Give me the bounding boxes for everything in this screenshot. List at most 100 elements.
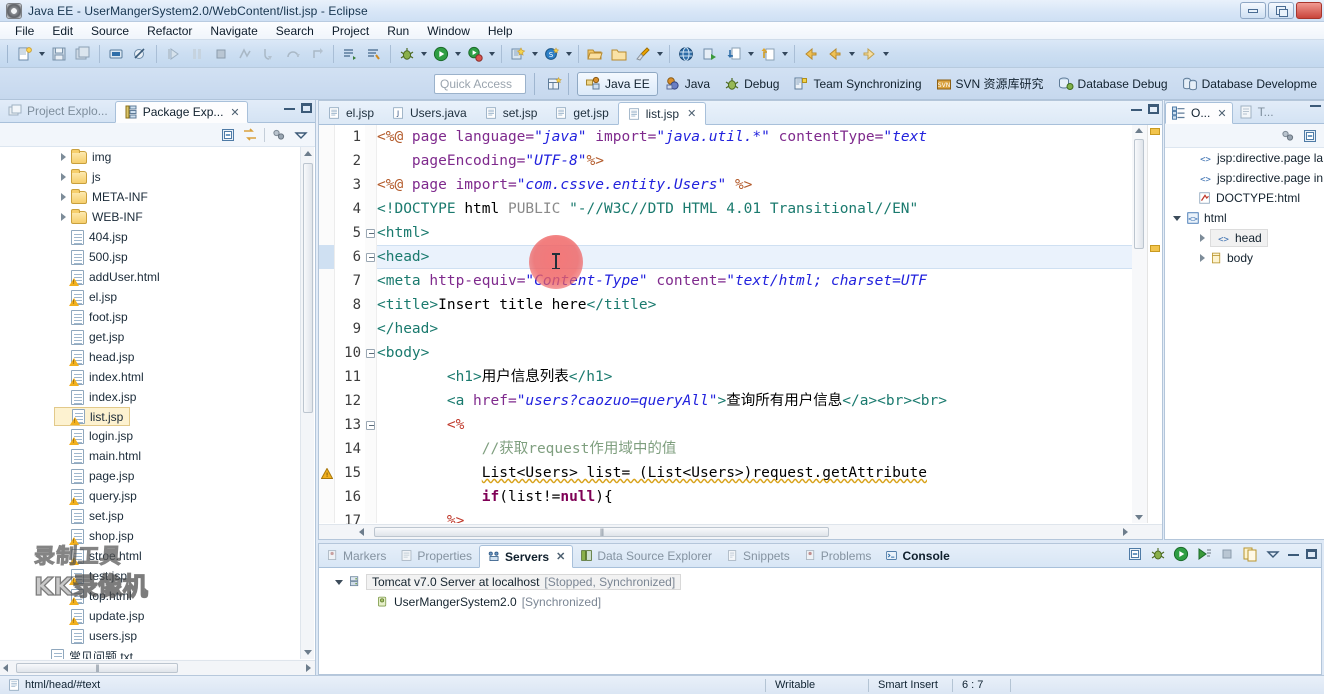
outline-row[interactable]: <> jsp:directive.page in (1181, 168, 1324, 188)
run-icon[interactable] (430, 43, 452, 65)
tree-file-row[interactable]: el.jsp (54, 287, 315, 307)
tree-folder-row[interactable]: js (54, 167, 315, 187)
save-icon[interactable] (48, 43, 70, 65)
code-line[interactable]: <a href="users?caozuo=queryAll">查询所有用户信息… (377, 389, 1132, 413)
new-web-project-icon[interactable] (507, 43, 529, 65)
debug-icon[interactable] (396, 43, 418, 65)
explorer-hscroll-thumb[interactable]: ||| (16, 663, 178, 673)
menu-navigate[interactable]: Navigate (201, 23, 266, 39)
open-type-icon[interactable] (339, 43, 361, 65)
collapse-all-icon[interactable] (220, 127, 236, 143)
bottom-view-tab[interactable]: Console (878, 544, 956, 567)
explorer-vertical-scrollbar[interactable] (300, 147, 314, 659)
tree-file-row[interactable]: page.jsp (54, 466, 315, 486)
browser-icon[interactable] (675, 43, 697, 65)
tree-folder-row[interactable]: META-INF (54, 187, 315, 207)
menu-source[interactable]: Source (82, 23, 138, 39)
explorer-tree[interactable]: img js META-INF WEB-INF 404.jsp 500.jsp addUse… (0, 147, 315, 659)
export-icon[interactable] (757, 43, 779, 65)
fold-toggle-icon[interactable] (365, 221, 376, 245)
disconnect-icon[interactable] (234, 43, 256, 65)
outline-row[interactable]: <> head (1193, 228, 1324, 248)
maximize-icon[interactable] (1148, 104, 1159, 114)
scroll-up-arrow[interactable] (1135, 128, 1143, 133)
chevron-right-icon[interactable] (1197, 253, 1208, 264)
menu-refactor[interactable]: Refactor (138, 23, 201, 39)
outline-row[interactable]: DOCTYPE:html (1181, 188, 1324, 208)
tree-file-row[interactable]: test.jsp (54, 566, 315, 586)
chevron-right-icon[interactable] (58, 172, 69, 183)
code-line[interactable]: <head> (377, 245, 1132, 269)
close-icon[interactable]: ✕ (687, 107, 696, 120)
new-web-project-dropdown-arrow[interactable] (532, 51, 538, 56)
perspective-database-debug[interactable]: Database Debug (1051, 72, 1175, 96)
publish-icon[interactable] (1242, 546, 1258, 562)
bottom-view-tab[interactable]: Servers ✕ (479, 545, 574, 568)
tree-file-row[interactable]: list.jsp (54, 407, 131, 426)
editor-body[interactable]: ! 1 2 3 4 5 6 7 8 9 10 11 12 13 14 15 16 17 <%@ page lan… (319, 125, 1162, 539)
server-row[interactable]: Tomcat v7.0 Server at localhost [Stopped,… (319, 572, 1321, 592)
perspective-java-ee[interactable]: Java EE (577, 71, 658, 96)
debug-server-icon[interactable] (1150, 546, 1166, 562)
editor-tab[interactable]: el.jsp (319, 101, 383, 124)
editor-folding-ruler[interactable] (365, 125, 377, 523)
start-server-icon[interactable] (1173, 546, 1189, 562)
code-line[interactable]: <html> (377, 221, 1132, 245)
menu-search[interactable]: Search (267, 23, 323, 39)
print-icon[interactable] (105, 43, 127, 65)
step-into-icon[interactable] (258, 43, 280, 65)
menu-file[interactable]: File (6, 23, 43, 39)
editor-hscroll-thumb[interactable]: ||| (374, 527, 829, 537)
close-icon[interactable]: ✕ (230, 106, 239, 119)
perspective-java[interactable]: Java (658, 72, 717, 96)
resume-icon[interactable] (162, 43, 184, 65)
maximize-icon[interactable] (1306, 549, 1317, 559)
code-line[interactable]: pageEncoding="UTF-8"%> (377, 149, 1132, 173)
code-line[interactable]: <body> (377, 341, 1132, 365)
code-line[interactable]: </head> (377, 317, 1132, 341)
overview-marker[interactable] (1150, 128, 1160, 135)
forward-dropdown-arrow[interactable] (883, 51, 889, 56)
view-dropdown-icon[interactable] (293, 127, 309, 143)
open-folder-icon[interactable] (584, 43, 606, 65)
collapse-all-icon[interactable] (1127, 546, 1143, 562)
tree-file-row[interactable]: index.html (54, 367, 315, 387)
editor-marker-ruler[interactable]: ! (319, 125, 335, 523)
menu-window[interactable]: Window (418, 23, 479, 39)
code-line[interactable]: List<Users> list= (List<Users>)request.g… (377, 461, 1132, 485)
chevron-right-icon[interactable] (58, 192, 69, 203)
editor-vertical-scrollbar[interactable] (1132, 125, 1147, 523)
tree-file-row[interactable]: 500.jsp (54, 247, 315, 267)
minimize-button[interactable] (1240, 2, 1266, 19)
code-line[interactable]: <meta http-equiv="Content-Type" content=… (377, 269, 1132, 293)
overview-marker[interactable] (1150, 245, 1160, 252)
restore-button[interactable] (1268, 2, 1294, 19)
export-dropdown-arrow[interactable] (782, 51, 788, 56)
servers-tree[interactable]: Tomcat v7.0 Server at localhost [Stopped,… (319, 568, 1321, 674)
outline-row[interactable]: body (1193, 248, 1324, 268)
code-line[interactable]: <title>Insert title here</title> (377, 293, 1132, 317)
new-server-dropdown-arrow[interactable] (566, 51, 572, 56)
editor-tab[interactable]: J Users.java (383, 101, 476, 124)
chevron-down-icon[interactable] (1173, 213, 1184, 224)
scroll-down-arrow[interactable] (1135, 515, 1143, 520)
save-all-icon[interactable] (72, 43, 94, 65)
tree-file-row[interactable]: addUser.html (54, 267, 315, 287)
profile-server-icon[interactable] (1196, 546, 1212, 562)
scroll-up-arrow[interactable] (304, 151, 312, 156)
maximize-icon[interactable] (301, 103, 312, 113)
validate-icon[interactable] (699, 43, 721, 65)
search-icon[interactable] (363, 43, 385, 65)
perspective-bar-grip[interactable] (533, 72, 537, 95)
editor-overview-ruler[interactable] (1147, 125, 1162, 523)
editor-tab[interactable]: list.jsp ✕ (617, 102, 707, 125)
debug-dropdown-arrow[interactable] (421, 51, 427, 56)
editor-code-area[interactable]: <%@ page language="java" import="java.ut… (377, 125, 1132, 523)
open-perspective-icon[interactable] (544, 73, 566, 95)
minimize-icon[interactable] (1310, 104, 1321, 107)
stop-server-icon[interactable] (1219, 546, 1235, 562)
tree-file-row[interactable]: login.jsp (54, 426, 315, 446)
toolbar-grip[interactable] (7, 44, 10, 63)
chevron-down-icon[interactable] (335, 577, 346, 588)
view-menu-icon[interactable] (1265, 546, 1281, 562)
